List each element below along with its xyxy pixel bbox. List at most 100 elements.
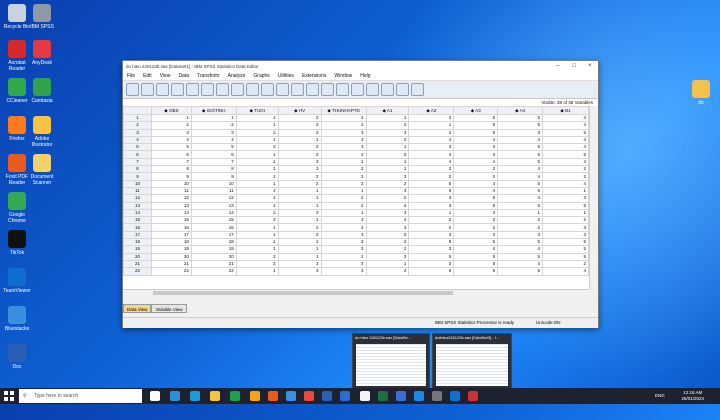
table-cell[interactable]: 2 xyxy=(320,113,367,123)
table-cell[interactable]: 3 xyxy=(365,223,410,232)
table-cell[interactable]: 5 xyxy=(497,252,544,261)
table-cell[interactable]: 4 xyxy=(453,186,499,196)
table-cell[interactable]: 18 xyxy=(190,238,237,247)
toolbar-button[interactable] xyxy=(321,83,334,96)
table-cell[interactable]: 7 xyxy=(150,157,192,167)
table-cell[interactable]: 5 xyxy=(190,143,237,152)
table-cell[interactable]: 2 xyxy=(365,245,410,254)
menu-item-help[interactable]: Help xyxy=(356,73,374,79)
table-cell[interactable]: 11 xyxy=(190,186,237,196)
desktop-icon[interactable]: TikTok xyxy=(0,230,34,256)
table-cell[interactable]: 2 xyxy=(235,252,279,261)
table-cell[interactable]: 12 xyxy=(150,194,192,203)
table-cell[interactable]: 1 xyxy=(320,157,367,167)
column-header[interactable]: ◆ THUNHAPTD xyxy=(320,106,367,115)
taskbar-app-icon[interactable] xyxy=(432,391,442,401)
table-cell[interactable]: 1 xyxy=(235,157,279,167)
table-cell[interactable]: 5 xyxy=(542,238,589,247)
table-cell[interactable]: 3 xyxy=(320,238,367,247)
table-cell[interactable]: 4 xyxy=(408,150,455,159)
table-cell[interactable]: 1 xyxy=(277,238,322,247)
table-cell[interactable]: 5 xyxy=(542,252,589,261)
table-cell[interactable]: 15 xyxy=(190,216,237,225)
table-cell[interactable]: 4 xyxy=(542,135,589,145)
desktop-icon[interactable]: Bluestacks xyxy=(0,306,34,332)
taskbar-app-icon[interactable] xyxy=(304,391,314,401)
taskbar-app-icon[interactable] xyxy=(468,391,478,401)
toolbar-button[interactable] xyxy=(156,83,169,96)
table-cell[interactable]: 1 xyxy=(365,113,410,123)
table-cell[interactable]: 5 xyxy=(542,128,589,137)
table-cell[interactable]: 1 xyxy=(235,201,279,210)
table-cell[interactable]: 3 xyxy=(542,223,589,232)
taskbar-app-icon[interactable] xyxy=(286,391,296,401)
table-cell[interactable]: 2 xyxy=(497,223,544,232)
toolbar-button[interactable] xyxy=(351,83,364,96)
table-cell[interactable]: 8 xyxy=(150,165,192,174)
taskbar-app-icon[interactable] xyxy=(450,391,460,401)
table-cell[interactable]: 6 xyxy=(150,150,192,159)
toolbar-button[interactable] xyxy=(201,83,214,96)
toolbar-button[interactable] xyxy=(216,83,229,96)
toolbar-button[interactable] xyxy=(231,83,244,96)
table-cell[interactable]: 2 xyxy=(320,252,367,261)
table-cell[interactable]: 1 xyxy=(277,252,322,261)
table-cell[interactable]: 3 xyxy=(365,128,410,137)
table-cell[interactable]: 5 xyxy=(408,179,455,188)
table-cell[interactable]: 11 xyxy=(150,186,192,196)
row-number[interactable]: 8 xyxy=(123,165,152,174)
table-cell[interactable]: 2 xyxy=(277,143,322,152)
table-cell[interactable]: 5 xyxy=(497,113,544,123)
table-cell[interactable]: 4 xyxy=(408,157,455,167)
table-cell[interactable]: 2 xyxy=(235,143,279,152)
table-cell[interactable]: 2 xyxy=(277,230,322,240)
menu-item-window[interactable]: Window xyxy=(330,73,356,79)
table-cell[interactable]: 2 xyxy=(320,194,367,203)
row-number[interactable]: 10 xyxy=(123,179,152,188)
table-cell[interactable]: 1 xyxy=(320,186,367,196)
table-cell[interactable]: 1 xyxy=(235,150,279,159)
table-cell[interactable]: 3 xyxy=(408,143,455,152)
table-cell[interactable]: 5 xyxy=(542,150,589,159)
toolbar-button[interactable] xyxy=(336,83,349,96)
table-cell[interactable]: 1 xyxy=(277,186,322,196)
taskbar-app-icon[interactable] xyxy=(340,391,350,401)
table-cell[interactable]: 3 xyxy=(542,230,589,240)
table-cell[interactable]: 1 xyxy=(277,216,322,225)
table-cell[interactable]: 1 xyxy=(235,121,279,130)
table-cell[interactable]: 4 xyxy=(365,216,410,225)
table-cell[interactable]: 4 xyxy=(408,135,455,145)
minimize-button[interactable]: – xyxy=(550,63,566,69)
clock[interactable]: 12:18 AM 25/01/2024 xyxy=(681,390,704,401)
table-cell[interactable]: 6 xyxy=(190,150,237,159)
table-cell[interactable]: 4 xyxy=(453,150,499,159)
taskbar-app-icon[interactable] xyxy=(230,391,240,401)
row-number[interactable]: 16 xyxy=(123,223,152,232)
table-cell[interactable]: 2 xyxy=(320,201,367,210)
table-cell[interactable]: 1 xyxy=(365,259,410,269)
table-cell[interactable]: 1 xyxy=(408,121,455,130)
table-cell[interactable]: 5 xyxy=(497,121,544,130)
table-cell[interactable]: 5 xyxy=(453,201,499,210)
table-cell[interactable]: 5 xyxy=(453,238,499,247)
table-cell[interactable]: 2 xyxy=(320,121,367,130)
row-number[interactable]: 15 xyxy=(123,216,152,225)
table-cell[interactable]: 1 xyxy=(408,208,455,218)
table-cell[interactable]: 2 xyxy=(365,135,410,145)
table-cell[interactable]: 2 xyxy=(365,179,410,188)
table-cell[interactable]: 9 xyxy=(150,172,192,181)
taskbar-app-icon[interactable] xyxy=(360,391,370,401)
table-cell[interactable]: 3 xyxy=(320,128,367,137)
table-cell[interactable]: 2 xyxy=(542,172,589,181)
table-cell[interactable]: 4 xyxy=(497,245,544,254)
column-header[interactable]: ◆ OBS xyxy=(150,106,192,115)
table-cell[interactable]: 1 xyxy=(277,194,322,203)
table-cell[interactable]: 2 xyxy=(277,179,322,188)
table-cell[interactable]: 5 xyxy=(497,186,544,196)
table-cell[interactable]: 3 xyxy=(365,172,410,181)
table-cell[interactable]: 5 xyxy=(408,186,455,196)
table-cell[interactable]: 2 xyxy=(365,121,410,130)
table-cell[interactable]: 5 xyxy=(453,121,499,130)
table-cell[interactable]: 5 xyxy=(408,252,455,261)
table-cell[interactable]: 19 xyxy=(190,245,237,254)
